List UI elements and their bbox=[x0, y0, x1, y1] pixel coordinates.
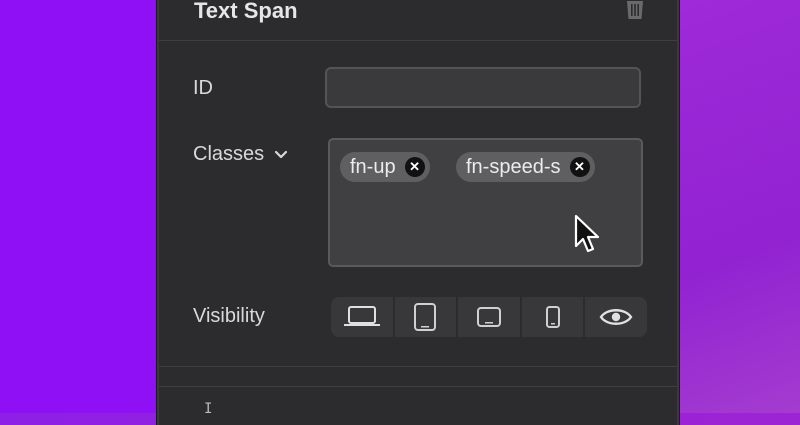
id-field[interactable] bbox=[325, 67, 641, 108]
desktop-background-right bbox=[676, 0, 800, 413]
section-divider bbox=[159, 366, 677, 367]
class-chip-label: fn-up bbox=[350, 156, 396, 178]
chevron-down-icon bbox=[274, 150, 287, 159]
header-divider bbox=[159, 40, 677, 41]
visibility-tablet-landscape-button[interactable] bbox=[458, 297, 522, 337]
classes-label[interactable]: Classes bbox=[193, 143, 288, 166]
mouse-pointer-icon bbox=[574, 214, 600, 253]
class-chip-label: fn-speed-s bbox=[466, 156, 561, 178]
class-chip[interactable]: fn-speed-s ✕ bbox=[456, 152, 595, 182]
panel-title: Text Span bbox=[194, 0, 298, 23]
desktop-background-left bbox=[0, 0, 160, 413]
remove-class-icon[interactable]: ✕ bbox=[569, 157, 590, 177]
remove-class-icon[interactable]: ✕ bbox=[404, 157, 425, 177]
tablet-icon bbox=[414, 303, 437, 331]
classes-label-text: Classes bbox=[193, 143, 265, 165]
visibility-phone-button[interactable] bbox=[522, 297, 586, 337]
tablet-landscape-icon bbox=[476, 307, 501, 327]
visibility-eye-button[interactable] bbox=[585, 297, 647, 337]
visibility-laptop-button[interactable] bbox=[331, 297, 395, 337]
text-cursor-indicator: I bbox=[204, 401, 213, 417]
element-settings-panel: Text Span ID Classes fn-up ✕ fn-speed-s … bbox=[156, 0, 680, 425]
visibility-label: Visibility bbox=[193, 305, 265, 327]
id-label: ID bbox=[193, 77, 213, 99]
visibility-toggle-group bbox=[331, 297, 647, 337]
phone-icon bbox=[545, 306, 560, 328]
laptop-icon bbox=[343, 306, 380, 326]
visibility-tablet-button[interactable] bbox=[395, 297, 459, 337]
trash-icon[interactable] bbox=[623, 0, 647, 20]
section-divider bbox=[159, 386, 677, 387]
eye-icon bbox=[599, 309, 633, 325]
class-chip[interactable]: fn-up ✕ bbox=[340, 152, 430, 182]
